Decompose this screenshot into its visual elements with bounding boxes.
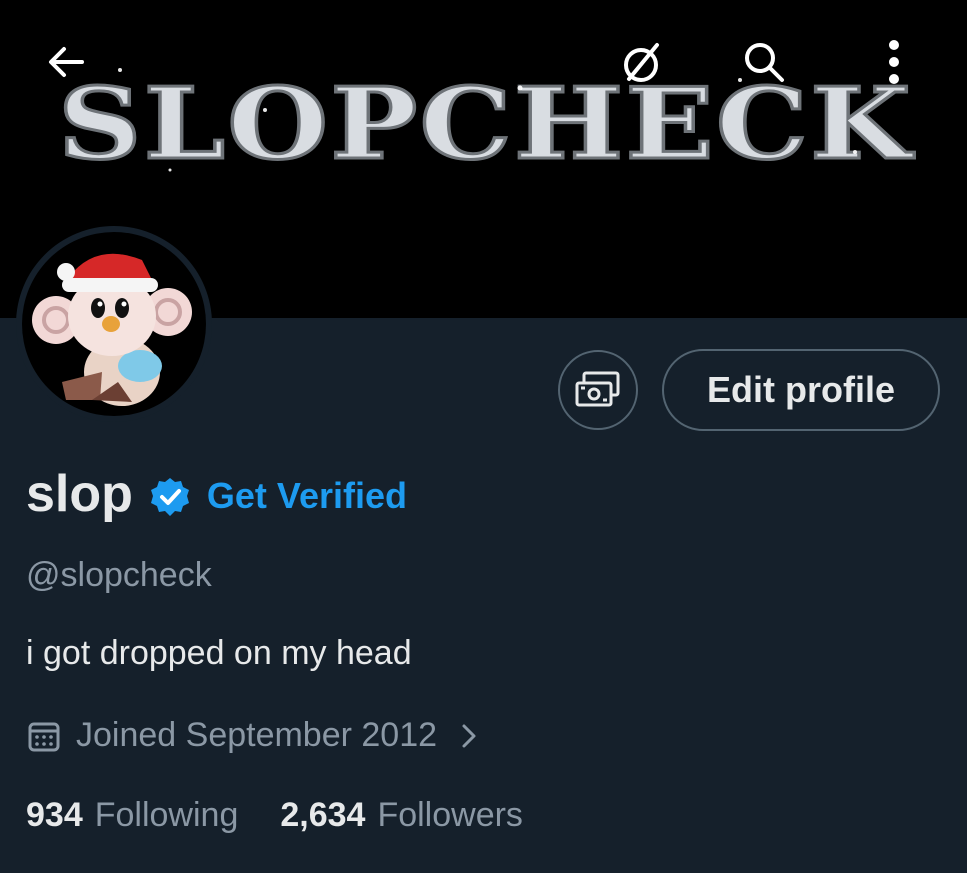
- joined-text: Joined September 2012: [76, 715, 438, 754]
- location-button[interactable]: [614, 34, 670, 90]
- joined-date[interactable]: Joined September 2012: [26, 712, 479, 758]
- following-label: Following: [94, 795, 239, 834]
- followers-link[interactable]: 2,634 Followers: [280, 796, 523, 835]
- verified-badge-icon[interactable]: [149, 476, 191, 518]
- search-button[interactable]: [736, 34, 792, 90]
- display-name: slop: [26, 465, 133, 523]
- tip-jar-button[interactable]: [558, 350, 638, 430]
- money-icon: [575, 371, 620, 407]
- following-count: 934: [26, 795, 83, 834]
- back-button[interactable]: [38, 34, 94, 90]
- following-link[interactable]: 934 Following: [26, 796, 238, 835]
- avatar[interactable]: [16, 226, 212, 422]
- back-arrow-icon: [49, 47, 84, 77]
- avatar-image: [22, 232, 206, 416]
- calendar-icon: [28, 722, 60, 752]
- edit-profile-button[interactable]: Edit profile: [662, 349, 940, 431]
- no-location-icon: [624, 43, 659, 82]
- more-vertical-icon: [889, 40, 899, 84]
- more-options-button[interactable]: [866, 34, 922, 90]
- follow-stats: 934 Following 2,634 Followers: [26, 792, 523, 838]
- bio: i got dropped on my head: [26, 634, 412, 672]
- search-icon: [745, 43, 784, 82]
- followers-label: Followers: [377, 795, 523, 834]
- chevron-right-icon: [462, 724, 476, 748]
- get-verified-link[interactable]: Get Verified: [207, 475, 407, 517]
- monkey-avatar-illustration: [32, 253, 192, 406]
- handle: @slopcheck: [26, 556, 212, 594]
- name-row: slop Get Verified: [26, 462, 407, 526]
- followers-count: 2,634: [280, 795, 366, 834]
